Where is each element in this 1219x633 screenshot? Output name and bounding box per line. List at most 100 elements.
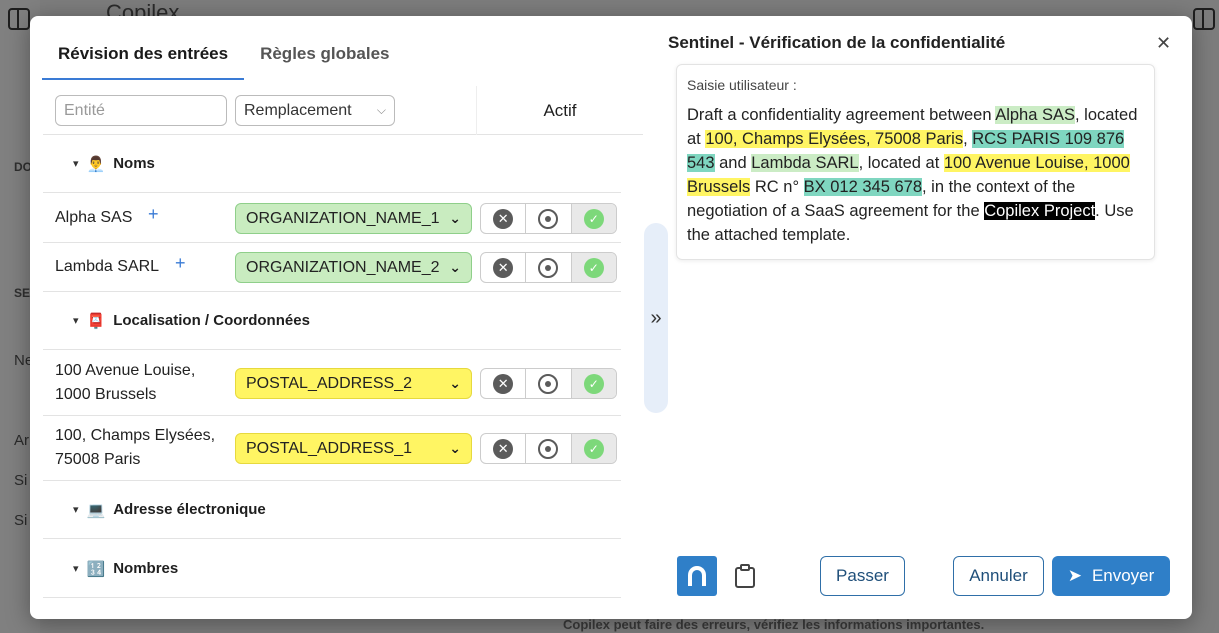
reject-button[interactable]: ✕: [481, 434, 527, 463]
chevron-down-icon: ▾: [73, 563, 79, 575]
user-input-text: Draft a confidentiality agreement betwee…: [687, 103, 1144, 247]
replacement-tag-label: POSTAL_ADDRESS_1: [246, 439, 412, 457]
section-icon: 👨‍💼: [86, 155, 106, 173]
replacement-tag-select[interactable]: POSTAL_ADDRESS_2 ⌄: [235, 368, 472, 399]
ignore-button[interactable]: [526, 369, 572, 398]
left-panel-toggle-icon[interactable]: [8, 8, 30, 30]
text-segment: , located at: [858, 154, 944, 172]
section-location[interactable]: ▾ 📮 Localisation / Coordonnées: [43, 292, 621, 350]
row-actions: ✕ ✓: [480, 203, 617, 234]
disclaimer-footer: Copilex peut faire des erreurs, vérifiez…: [563, 617, 985, 632]
replacement-filter-label: Remplacement: [244, 101, 352, 119]
check-circle-icon: ✓: [583, 257, 604, 278]
ignore-button[interactable]: [526, 204, 572, 233]
radio-circle-icon: [538, 438, 559, 459]
highlight-organization: Lambda SARL: [751, 154, 859, 172]
check-circle-icon: ✓: [583, 438, 604, 459]
magnet-button[interactable]: [677, 556, 717, 596]
send-button[interactable]: ➤ Envoyer: [1052, 556, 1170, 596]
skip-button[interactable]: Passer: [820, 556, 905, 596]
reject-button[interactable]: ✕: [481, 369, 527, 398]
add-icon[interactable]: +: [175, 253, 186, 274]
section-label: Localisation / Coordonnées: [113, 312, 310, 329]
user-input-label: Saisie utilisateur :: [687, 77, 797, 93]
chevron-down-icon: ▾: [73, 315, 79, 327]
check-circle-icon: ✓: [583, 208, 604, 229]
chevron-down-icon: ⌵: [376, 103, 386, 117]
replacement-tag-select[interactable]: POSTAL_ADDRESS_1 ⌄: [235, 433, 472, 464]
reject-button[interactable]: ✕: [481, 253, 527, 282]
text-segment: Draft a confidentiality agreement betwee…: [687, 106, 996, 124]
clipboard-icon[interactable]: [734, 564, 756, 588]
radio-circle-icon: [538, 373, 559, 394]
section-email[interactable]: ▾ 💻 Adresse électronique: [43, 481, 621, 539]
collapse-panel-button[interactable]: »: [644, 223, 668, 413]
entries-panel: Remplacement ⌵ Actif ▾ 👨‍💼 Noms Alpha SA…: [43, 86, 643, 619]
tab-review-entries[interactable]: Révision des entrées: [42, 38, 245, 80]
section-names[interactable]: ▾ 👨‍💼 Noms: [43, 135, 621, 193]
x-circle-icon: ✕: [493, 208, 514, 229]
entity-label: 100 Avenue Louise, 1000 Brussels: [55, 362, 196, 403]
row-actions: ✕ ✓: [480, 433, 617, 464]
replacement-filter-select[interactable]: Remplacement ⌵: [235, 95, 395, 126]
section-numbers[interactable]: ▾ 🔢 Nombres: [43, 540, 621, 598]
table-row: 100, Champs Elysées, 75008 Paris POSTAL_…: [43, 416, 621, 481]
section-label: Nombres: [113, 560, 179, 577]
bg-label-si-2: Si: [14, 512, 28, 529]
send-button-label: Envoyer: [1091, 566, 1155, 585]
section-icon: 🔢: [86, 560, 106, 578]
entity-label: 100, Champs Elysées, 75008 Paris: [55, 427, 216, 468]
bg-label-ar: Ar: [14, 432, 29, 449]
accept-button[interactable]: ✓: [571, 253, 616, 282]
entity-filter-input[interactable]: [55, 95, 227, 126]
highlight-organization: Alpha SAS: [995, 106, 1075, 124]
highlight-project-name: Copilex Project: [984, 202, 1096, 220]
accept-button[interactable]: ✓: [571, 369, 616, 398]
replacement-tag-label: POSTAL_ADDRESS_2: [246, 374, 412, 392]
highlight-address: 100, Champs Elysées, 75008 Paris: [705, 130, 964, 148]
accept-button[interactable]: ✓: [571, 204, 616, 233]
section-label: Adresse électronique: [113, 501, 266, 518]
text-segment: RC n°: [750, 178, 804, 196]
replacement-tag-label: ORGANIZATION_NAME_2: [246, 258, 440, 276]
active-column-header: Actif: [476, 86, 643, 135]
x-circle-icon: ✕: [493, 257, 514, 278]
accept-button[interactable]: ✓: [571, 434, 616, 463]
filter-row: Remplacement ⌵ Actif: [43, 86, 643, 135]
section-icon: 📮: [86, 312, 106, 330]
table-row: Alpha SAS + ORGANIZATION_NAME_1 ⌄ ✕ ✓: [43, 194, 621, 243]
add-icon[interactable]: +: [148, 204, 159, 225]
radio-circle-icon: [538, 208, 559, 229]
chevron-down-icon: ⌄: [449, 440, 461, 456]
replacement-tag-select[interactable]: ORGANIZATION_NAME_2 ⌄: [235, 252, 472, 283]
replacement-tag-label: ORGANIZATION_NAME_1: [246, 209, 440, 227]
section-label: Noms: [113, 155, 155, 172]
chevron-down-icon: ▾: [73, 504, 79, 516]
ignore-button[interactable]: [526, 434, 572, 463]
reject-button[interactable]: ✕: [481, 204, 527, 233]
double-chevron-right-icon: »: [650, 306, 662, 329]
highlight-registration-number: BX 012 345 678: [803, 178, 922, 196]
chevron-down-icon: ⌄: [449, 210, 461, 226]
tab-bar: Révision des entrées Règles globales: [42, 38, 406, 80]
check-circle-icon: ✓: [583, 373, 604, 394]
chevron-down-icon: ▾: [73, 158, 79, 170]
row-actions: ✕ ✓: [480, 252, 617, 283]
confidentiality-modal: Révision des entrées Règles globales Rem…: [30, 16, 1192, 619]
section-icon: 💻: [86, 501, 106, 519]
cancel-button[interactable]: Annuler: [953, 556, 1044, 596]
tab-global-rules[interactable]: Règles globales: [244, 38, 405, 80]
magnet-icon: [688, 566, 706, 586]
user-input-card: Saisie utilisateur : Draft a confidentia…: [676, 64, 1155, 260]
text-segment: ,: [963, 130, 973, 148]
chevron-down-icon: ⌄: [449, 259, 461, 275]
entity-label: Alpha SAS: [55, 209, 133, 226]
replacement-tag-select[interactable]: ORGANIZATION_NAME_1 ⌄: [235, 203, 472, 234]
text-segment: and: [714, 154, 752, 172]
bg-label-se: SE: [14, 286, 31, 300]
close-icon[interactable]: ✕: [1156, 33, 1171, 54]
row-actions: ✕ ✓: [480, 368, 617, 399]
right-panel-toggle-icon[interactable]: [1193, 8, 1215, 30]
bg-label-si-1: Si: [14, 472, 28, 489]
ignore-button[interactable]: [526, 253, 572, 282]
